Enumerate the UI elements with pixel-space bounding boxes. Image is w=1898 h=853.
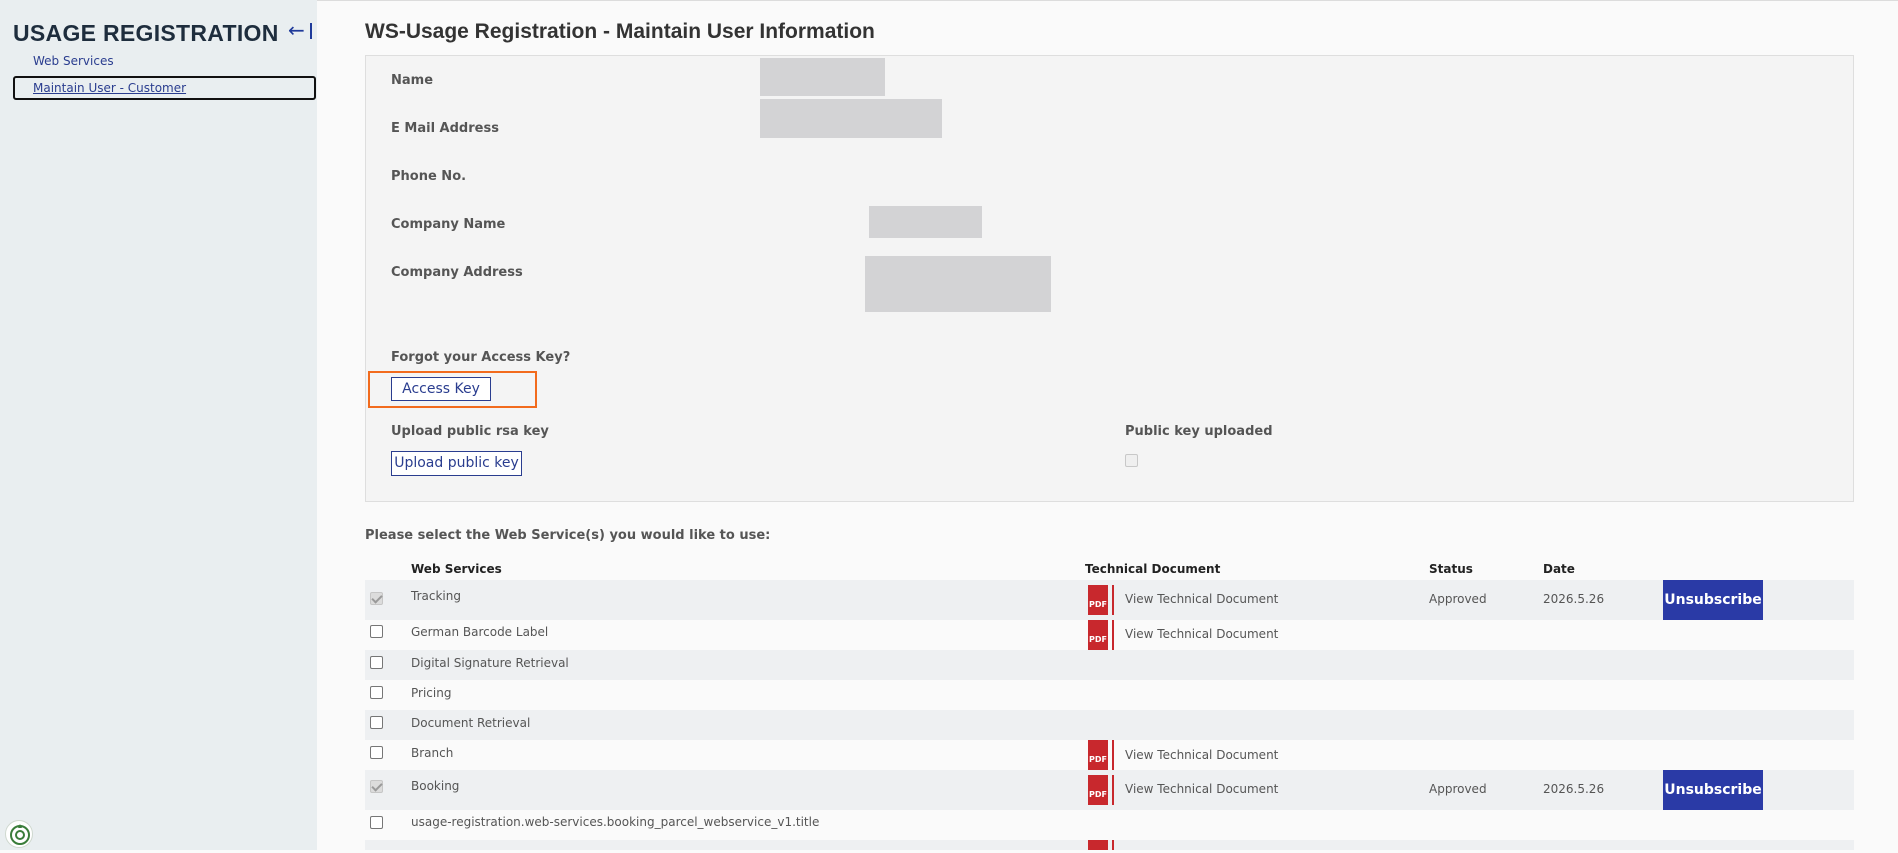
col-header-web-services: Web Services (411, 562, 502, 576)
pdf-icon[interactable] (1088, 840, 1115, 850)
service-checkbox[interactable] (370, 625, 383, 638)
service-name: usage-registration.web-services.booking_… (411, 815, 820, 829)
table-row: usage-registration.web-services.booking_… (365, 810, 1854, 840)
collapse-sidebar-button[interactable]: ← (288, 18, 312, 43)
table-row: Branch View Technical Document (365, 740, 1854, 770)
view-technical-document-link[interactable]: View Technical Document (1125, 592, 1278, 606)
unsubscribe-button[interactable]: Unsubscribe (1663, 580, 1763, 620)
email-label: E Mail Address (391, 121, 499, 136)
service-checkbox[interactable] (370, 780, 383, 793)
col-header-date: Date (1543, 562, 1575, 576)
service-name: Digital Signature Retrieval (411, 656, 569, 670)
name-label: Name (391, 73, 434, 88)
services-instruction: Please select the Web Service(s) you wou… (365, 528, 771, 543)
pdf-icon[interactable] (1088, 585, 1115, 615)
user-info-panel (365, 55, 1854, 502)
service-status: Approved (1429, 592, 1487, 606)
arrow-left-icon: ← (288, 18, 305, 42)
service-checkbox[interactable] (370, 656, 383, 669)
table-row: Document Retrieval (365, 710, 1854, 740)
table-row: Pricing (365, 680, 1854, 710)
sidebar-item-web-services[interactable]: Web Services (33, 54, 114, 68)
view-technical-document-link[interactable]: View Technical Document (1125, 627, 1278, 641)
table-row: Tracking View Technical Document Approve… (365, 580, 1854, 620)
unsubscribe-button[interactable]: Unsubscribe (1663, 770, 1763, 810)
service-checkbox[interactable] (370, 816, 383, 829)
company-name-label: Company Name (391, 217, 506, 232)
service-name: German Barcode Label (411, 625, 549, 639)
page-title: WS-Usage Registration - Maintain User In… (365, 20, 875, 43)
sidebar-item-maintain-user[interactable]: Maintain User - Customer (13, 76, 316, 100)
service-name: Document Retrieval (411, 716, 531, 730)
service-name: Branch (411, 746, 454, 760)
access-key-button[interactable]: Access Key (391, 377, 491, 401)
col-header-technical-document: Technical Document (1085, 562, 1221, 576)
table-row: Booking View Technical Document Approved… (365, 770, 1854, 810)
pdf-icon[interactable] (1088, 740, 1115, 770)
service-checkbox[interactable] (370, 716, 383, 729)
view-technical-document-link[interactable]: View Technical Document (1125, 748, 1278, 762)
forgot-access-key-label: Forgot your Access Key? (391, 350, 571, 365)
pdf-icon[interactable] (1088, 620, 1115, 650)
company-name-value-redacted (869, 206, 982, 238)
view-technical-document-link[interactable]: View Technical Document (1125, 782, 1278, 796)
sidebar: USAGE REGISTRATION ← Web Services Mainta… (0, 0, 317, 850)
email-value-redacted (760, 99, 942, 138)
pdf-icon[interactable] (1088, 775, 1115, 805)
service-checkbox[interactable] (370, 686, 383, 699)
service-date: 2026.5.26 (1543, 592, 1605, 606)
service-checkbox[interactable] (370, 746, 383, 759)
col-header-status: Status (1429, 562, 1473, 576)
service-name: Pricing (411, 686, 452, 700)
company-address-value-redacted (865, 256, 1051, 312)
company-address-label: Company Address (391, 265, 523, 280)
table-row: Digital Signature Retrieval (365, 650, 1854, 680)
upload-rsa-key-label: Upload public rsa key (391, 424, 549, 439)
service-checkbox[interactable] (370, 592, 383, 605)
table-row (365, 840, 1854, 850)
service-name: Tracking (411, 589, 461, 603)
public-key-uploaded-checkbox (1125, 454, 1138, 467)
service-date: 2026.5.26 (1543, 782, 1605, 796)
service-status: Approved (1429, 782, 1487, 796)
upload-public-key-button[interactable]: Upload public key (391, 451, 522, 476)
collapse-bar-icon (310, 23, 312, 39)
phone-label: Phone No. (391, 169, 467, 184)
service-name: Booking (411, 779, 460, 793)
app-logo-icon[interactable] (5, 820, 33, 848)
public-key-uploaded-label: Public key uploaded (1125, 424, 1273, 439)
sidebar-title: USAGE REGISTRATION (13, 20, 279, 46)
name-value-redacted (760, 58, 885, 96)
table-row: German Barcode Label View Technical Docu… (365, 620, 1854, 650)
